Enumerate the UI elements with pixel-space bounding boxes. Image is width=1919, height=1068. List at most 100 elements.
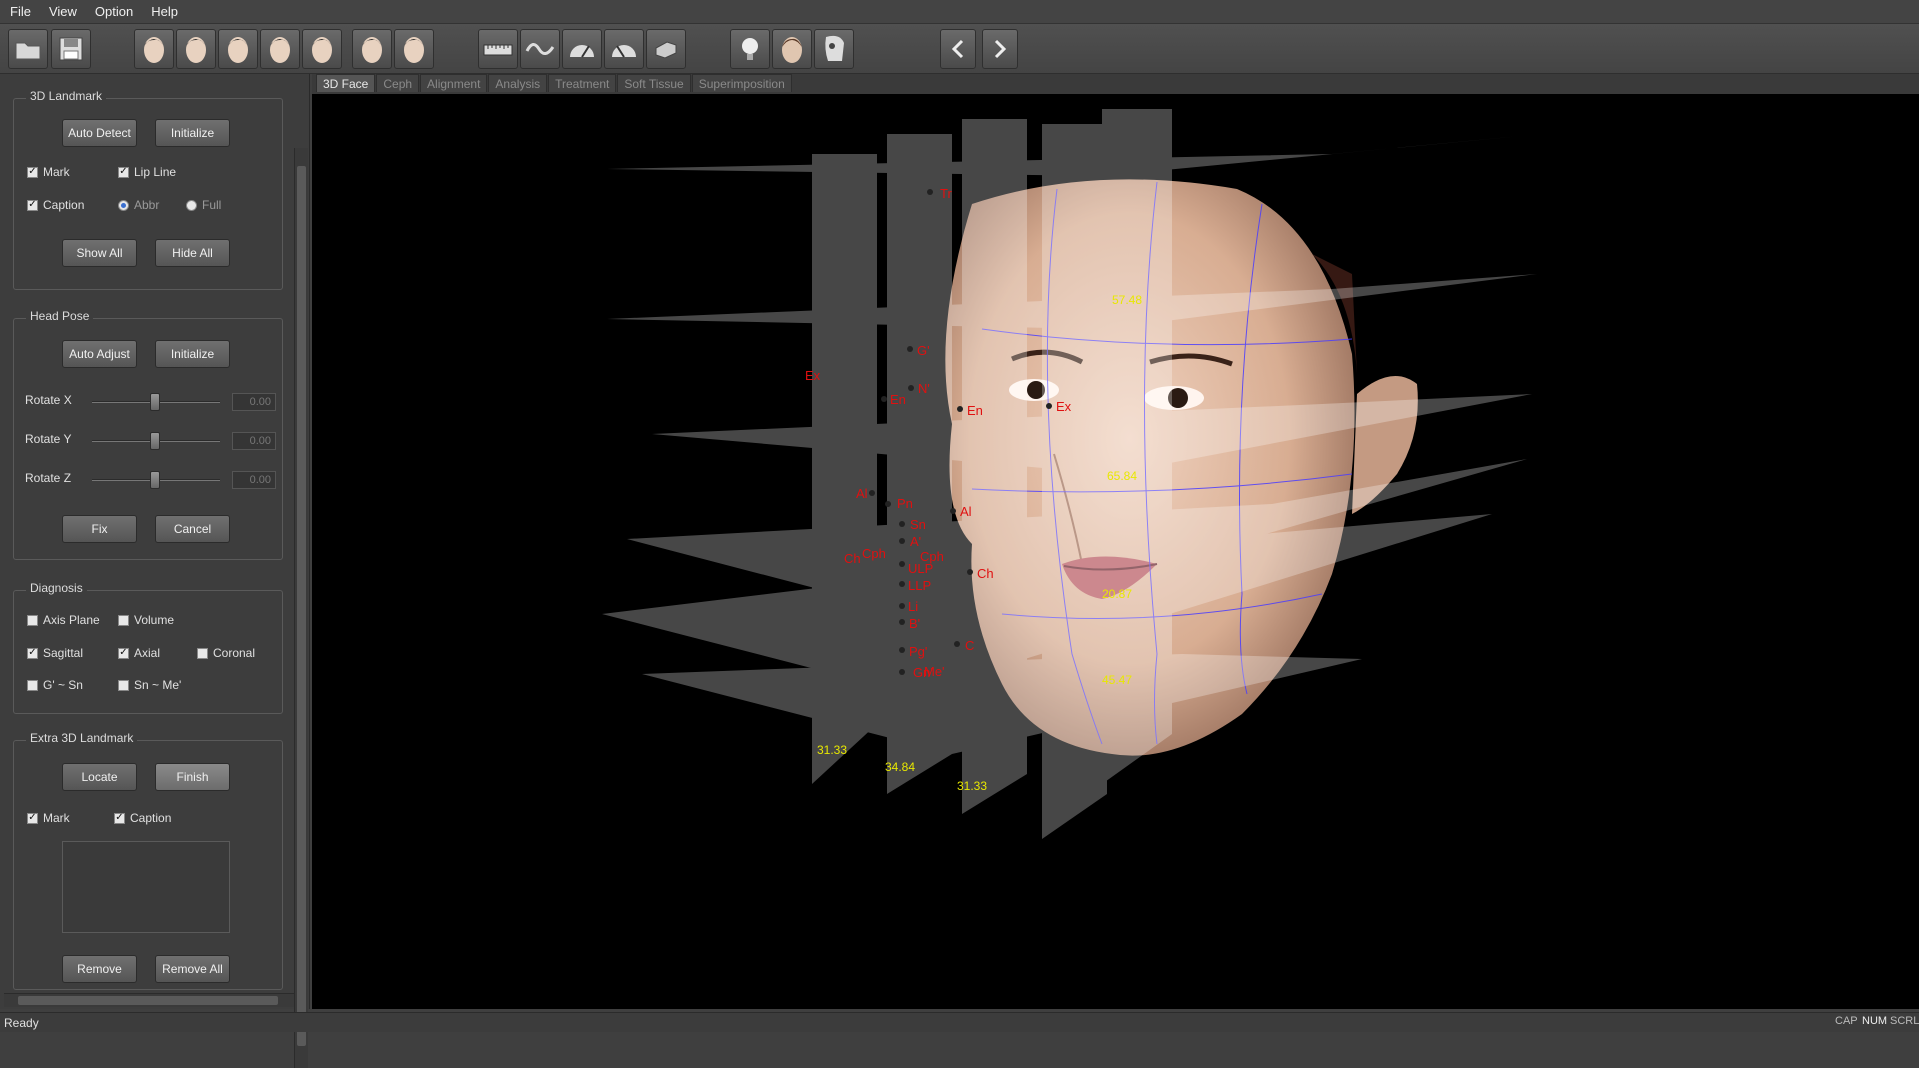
head-pose-initialize-button[interactable]: Initialize [155,340,230,368]
ruler-icon[interactable] [478,29,518,69]
axial-label: Axial [134,646,161,660]
tab-treatment[interactable]: Treatment [548,74,617,92]
rotate-z-value[interactable]: 0.00 [232,471,276,489]
tab-ceph[interactable]: Ceph [376,74,420,92]
gauge-wide-icon[interactable] [604,29,644,69]
wave-icon[interactable] [520,29,560,69]
fix-button[interactable]: Fix [62,515,137,543]
face-down-icon[interactable] [394,29,434,69]
rotate-y-slider-handle[interactable] [150,432,160,450]
sn-me-label: Sn ~ Me' [134,678,182,692]
landmark-label: LLP [908,578,931,593]
full-radio[interactable]: Full [186,198,221,212]
landmark-label: Pg' [909,644,927,659]
status-bar: Ready [0,1012,1919,1032]
mark-checkbox[interactable]: ✓ Mark [27,165,70,179]
horizontal-scroll-thumb[interactable] [18,996,278,1005]
skull-icon[interactable] [814,29,854,69]
cancel-button[interactable]: Cancel [155,515,230,543]
tab-analysis[interactable]: Analysis [488,74,548,92]
cap-indicator: CAP [1835,1015,1858,1027]
volume-checkbox[interactable]: Volume [118,613,174,627]
bulb-icon[interactable] [730,29,770,69]
panel-vertical-scrollbar[interactable] [294,148,308,1068]
landmark-label: Me' [924,664,945,679]
abbr-radio[interactable]: Abbr [118,198,159,212]
measurement-label: 20.87 [1102,587,1132,601]
rotate-z-slider-handle[interactable] [150,471,160,489]
axial-checkbox[interactable]: ✓ Axial [118,646,160,660]
landmark-label: Ex [1056,399,1072,414]
face-model-scene[interactable]: Tr G' N' Ex En En Ex Al Pn Al Sn A' Cph … [312,94,1919,1009]
auto-detect-button[interactable]: Auto Detect [62,119,137,147]
head-icon[interactable] [772,29,812,69]
auto-adjust-button[interactable]: Auto Adjust [62,340,137,368]
measurement-label: 57.48 [1112,293,1142,307]
coronal-checkbox[interactable]: Coronal [197,646,255,660]
arrow-right-icon[interactable] [982,29,1018,69]
menu-file[interactable]: File [10,4,31,19]
landmark-label: B' [909,616,920,631]
rotate-x-slider-handle[interactable] [150,393,160,411]
vertical-scroll-thumb[interactable] [297,166,306,1046]
extra-mark-label: Mark [43,811,70,825]
tab-superimposition[interactable]: Superimposition [691,74,792,92]
measurement-label: 45.47 [1102,673,1132,687]
menu-option[interactable]: Option [95,4,133,19]
remove-button[interactable]: Remove [62,955,137,983]
save-icon[interactable] [51,29,91,69]
extra-caption-label: Caption [130,811,172,825]
measurement-label: 31.33 [817,743,847,757]
face-left-icon[interactable] [176,29,216,69]
finish-button[interactable]: Finish [155,763,230,791]
extra-landmark-list[interactable] [62,841,230,933]
measurement-label: 34.84 [885,760,915,774]
open-folder-icon[interactable] [8,29,48,69]
show-all-button[interactable]: Show All [62,239,137,267]
locate-button[interactable]: Locate [62,763,137,791]
extra-caption-checkbox[interactable]: ✓ Caption [114,811,171,825]
scrl-indicator: SCRL [1890,1015,1919,1027]
face-up-icon[interactable] [352,29,392,69]
3d-viewport[interactable]: Tr G' N' Ex En En Ex Al Pn Al Sn A' Cph … [312,94,1919,1009]
panel-horizontal-scrollbar[interactable] [4,993,294,1007]
sagittal-label: Sagittal [43,646,84,660]
num-indicator: NUM [1862,1015,1888,1027]
diagnosis-group: Diagnosis Axis Plane Volume ✓ Sagittal ✓ A… [13,581,283,714]
menu-help[interactable]: Help [151,4,178,19]
g-sn-checkbox[interactable]: G' ~ Sn [27,678,83,692]
landmark-label: Al [960,504,972,519]
landmark-label: En [890,392,906,407]
rotate-x-value[interactable]: 0.00 [232,393,276,411]
remove-all-button[interactable]: Remove All [155,955,230,983]
landmark-initialize-button[interactable]: Initialize [155,119,230,147]
sagittal-checkbox[interactable]: ✓ Sagittal [27,646,83,660]
lip-line-checkbox[interactable]: ✓ Lip Line [118,165,176,179]
face-side-icon[interactable] [302,29,342,69]
landmark-label: Tr [940,186,952,201]
landmark-label: N' [918,381,930,396]
tab-3d-face[interactable]: 3D Face [316,74,376,92]
rotate-y-label: Rotate Y [25,432,72,446]
caption-checkbox[interactable]: ✓ Caption [27,198,84,212]
rotate-z-label: Rotate Z [25,471,72,485]
landmark-label: A' [910,534,921,549]
hide-all-button[interactable]: Hide All [155,239,230,267]
coronal-label: Coronal [213,646,256,660]
tab-alignment[interactable]: Alignment [420,74,488,92]
face-center-icon[interactable] [218,29,258,69]
rotate-x-label: Rotate X [25,393,72,407]
rotate-y-value[interactable]: 0.00 [232,432,276,450]
measurement-label: 31.33 [957,779,987,793]
menu-view[interactable]: View [49,4,77,19]
extra-mark-checkbox[interactable]: ✓ Mark [27,811,70,825]
arrow-left-icon[interactable] [940,29,976,69]
axis-plane-checkbox[interactable]: Axis Plane [27,613,100,627]
face-right-icon[interactable] [260,29,300,69]
tab-soft-tissue[interactable]: Soft Tissue [617,74,691,92]
gauge-icon[interactable] [562,29,602,69]
block-icon[interactable] [646,29,686,69]
head-pose-group: Head Pose Auto Adjust Initialize Rotate … [13,309,283,560]
face-front-icon[interactable] [134,29,174,69]
sn-me-checkbox[interactable]: Sn ~ Me' [118,678,181,692]
